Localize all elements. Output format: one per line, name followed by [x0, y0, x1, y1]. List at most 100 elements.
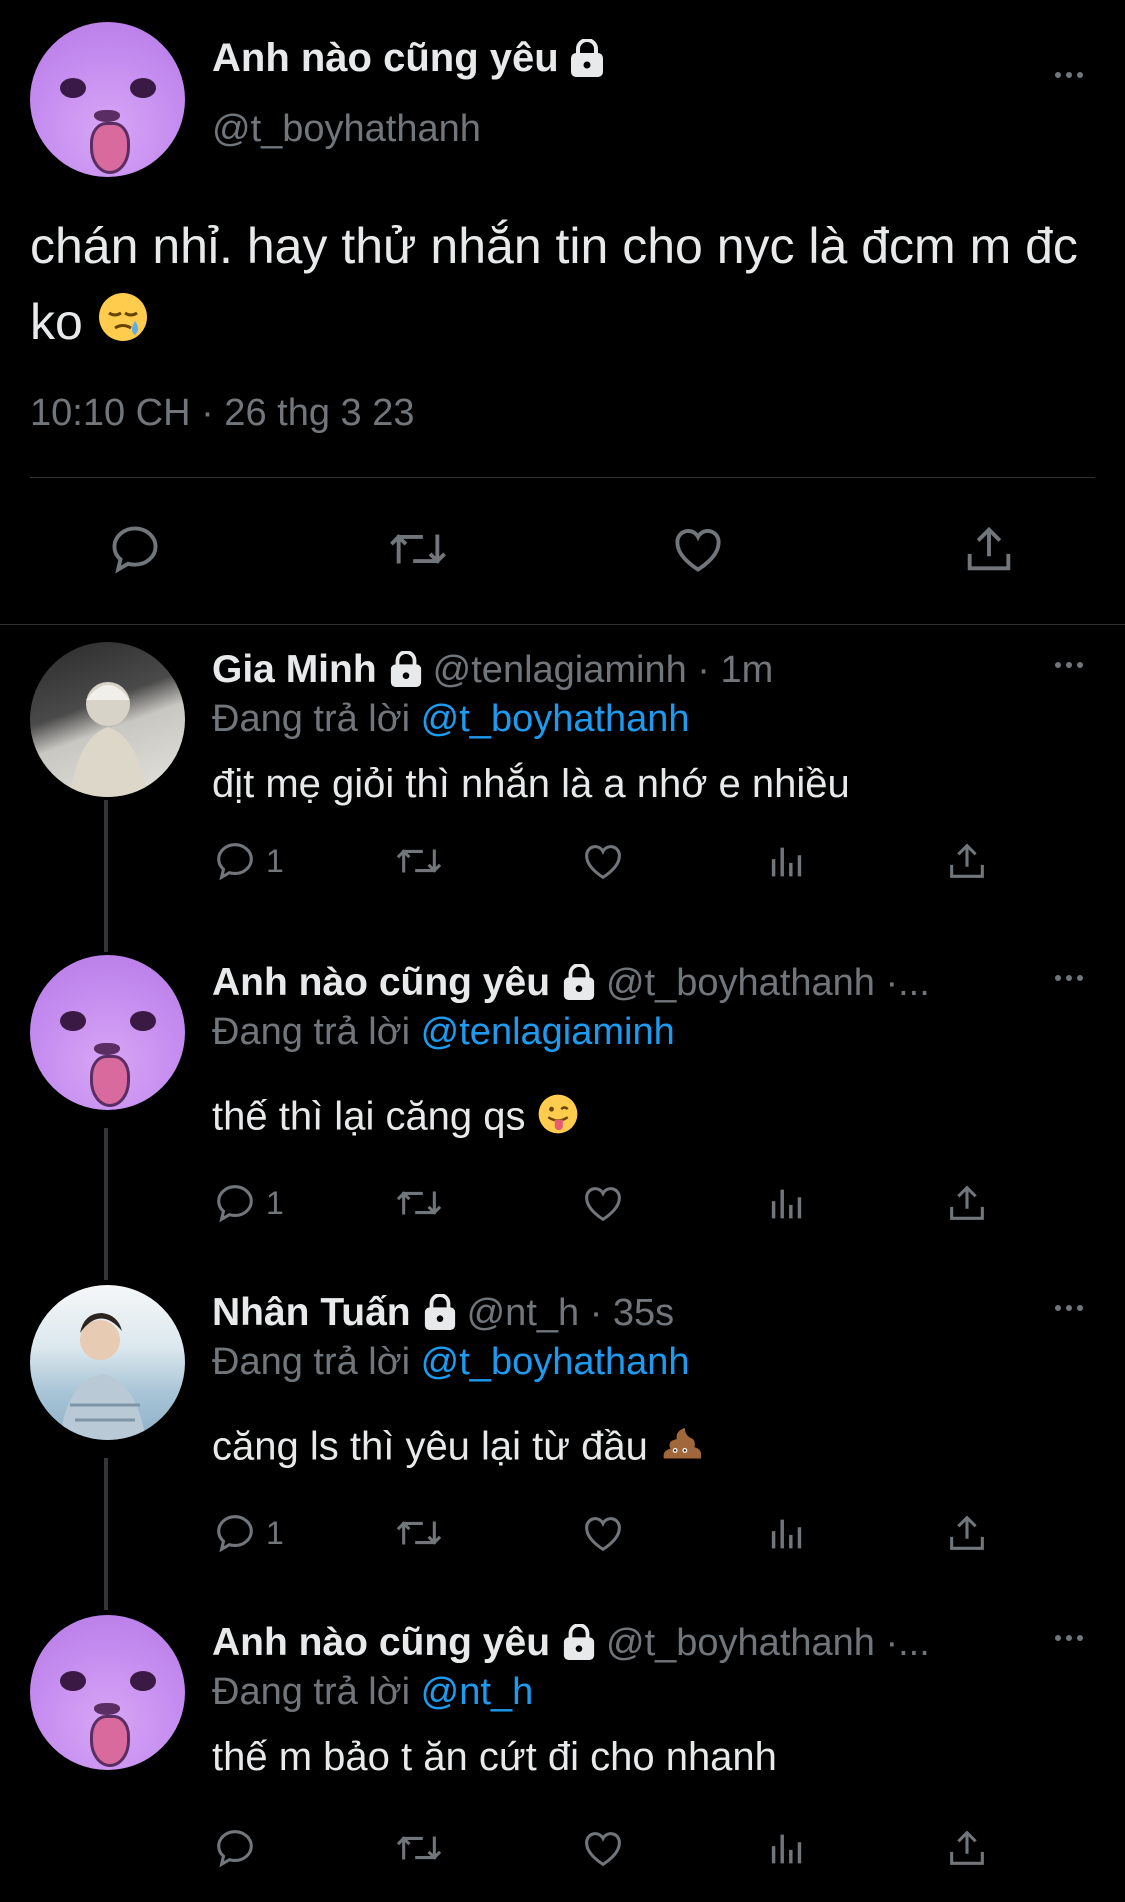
share-button[interactable]: [944, 1180, 990, 1226]
tweet-timestamp[interactable]: 10:10 CH · 26 thg 3 23: [30, 392, 414, 435]
views-button[interactable]: [764, 1510, 810, 1556]
reply-button[interactable]: [106, 520, 164, 578]
reply-avatar[interactable]: [30, 642, 185, 797]
tweet-action-bar: [0, 520, 1125, 580]
retweet-button[interactable]: [386, 520, 450, 578]
replying-to: Đang trả lời @tenlagiaminh: [212, 1011, 675, 1054]
reply-action-bar: 1: [0, 838, 1125, 898]
replying-to: Đang trả lời @nt_h: [212, 1671, 533, 1714]
reply-icon: [106, 520, 164, 578]
retweet-icon: [386, 520, 450, 578]
tongue-face-emoji: [537, 1093, 579, 1145]
reply-author-name[interactable]: Anh nào cũng yêu: [212, 1621, 550, 1665]
author-name-row[interactable]: Anh nào cũng yêu: [212, 36, 605, 81]
more-options-button[interactable]: [1055, 72, 1083, 78]
reply-action-bar: 1: [0, 1510, 1125, 1570]
share-button[interactable]: [960, 520, 1018, 578]
reply-button[interactable]: [212, 1825, 266, 1871]
share-button[interactable]: [944, 1825, 990, 1871]
views-button[interactable]: [764, 838, 810, 884]
reply-author-name[interactable]: Anh nào cũng yêu: [212, 961, 550, 1005]
replying-to: Đang trả lời @t_boyhathanh: [212, 1341, 690, 1384]
tweet-text: chán nhỉ. hay thử nhắn tin cho nyc là đc…: [30, 208, 1090, 364]
reply-text-content: thế thì lại căng qs: [212, 1094, 526, 1139]
retweet-button[interactable]: [394, 1180, 444, 1226]
reply-text: địt mẹ giỏi thì nhắn là a nhớ e nhiều: [212, 762, 850, 806]
reply-action-bar: 1: [0, 1180, 1125, 1240]
share-icon: [944, 1510, 990, 1556]
divider: [30, 477, 1095, 478]
mention-link[interactable]: @t_boyhathanh: [421, 698, 690, 740]
like-button[interactable]: [580, 838, 626, 884]
reply-button[interactable]: 1: [212, 838, 284, 884]
reply-count: 1: [266, 1514, 284, 1551]
reply-button[interactable]: 1: [212, 1510, 284, 1556]
reply-avatar[interactable]: [30, 1615, 185, 1770]
reply-text: thế thì lại căng qs: [212, 1093, 579, 1145]
share-icon: [944, 1825, 990, 1871]
reply-count: 1: [266, 842, 284, 879]
analytics-icon: [764, 838, 810, 884]
more-icon: [1055, 975, 1083, 981]
lock-icon: [389, 651, 423, 689]
reply-icon: [212, 1825, 258, 1871]
more-options-button[interactable]: [1055, 975, 1083, 981]
share-button[interactable]: [944, 1510, 990, 1556]
views-button[interactable]: [764, 1180, 810, 1226]
retweet-button[interactable]: [394, 1510, 444, 1556]
share-icon: [944, 1180, 990, 1226]
heart-icon: [580, 1510, 626, 1556]
like-button[interactable]: [668, 520, 728, 578]
more-options-button[interactable]: [1055, 1635, 1083, 1641]
reply-count: 1: [266, 1184, 284, 1221]
author-avatar[interactable]: [30, 22, 185, 177]
more-options-button[interactable]: [1055, 1305, 1083, 1311]
more-options-button[interactable]: [1055, 662, 1083, 668]
replying-to-label: Đang trả lời: [212, 1341, 421, 1383]
reply-text: thế m bảo t ăn cứt đi cho nhanh: [212, 1735, 777, 1779]
heart-icon: [580, 1825, 626, 1871]
more-icon: [1055, 1635, 1083, 1641]
reply-author-handle[interactable]: @tenlagiaminh · 1m: [433, 649, 774, 692]
lock-icon: [423, 1294, 457, 1332]
share-button[interactable]: [944, 838, 990, 884]
retweet-button[interactable]: [394, 1825, 444, 1871]
replying-to: Đang trả lời @t_boyhathanh: [212, 698, 690, 741]
heart-icon: [668, 520, 728, 578]
like-button[interactable]: [580, 1180, 626, 1226]
retweet-button[interactable]: [394, 838, 444, 884]
reply-avatar[interactable]: [30, 1285, 185, 1440]
heart-icon: [580, 838, 626, 884]
retweet-icon: [394, 1510, 444, 1556]
lock-icon: [562, 1624, 596, 1662]
reply-icon: [212, 1510, 258, 1556]
reply-icon: [212, 838, 258, 884]
sleepy-face-emoji: [97, 288, 149, 364]
analytics-icon: [764, 1180, 810, 1226]
analytics-icon: [764, 1510, 810, 1556]
mention-link[interactable]: @nt_h: [421, 1671, 534, 1713]
author-handle[interactable]: @t_boyhathanh: [212, 108, 481, 151]
reply-author-name[interactable]: Gia Minh: [212, 648, 377, 692]
author-name[interactable]: Anh nào cũng yêu: [212, 36, 559, 81]
replying-to-label: Đang trả lời: [212, 1671, 421, 1713]
mention-link[interactable]: @t_boyhathanh: [421, 1341, 690, 1383]
lock-icon: [569, 38, 605, 79]
like-button[interactable]: [580, 1510, 626, 1556]
reply-author-handle[interactable]: @nt_h · 35s: [467, 1292, 675, 1335]
reply-author-name[interactable]: Nhân Tuấn: [212, 1291, 411, 1335]
reply-author-handle[interactable]: @t_boyhathanh ·...: [606, 962, 930, 1005]
share-icon: [960, 520, 1018, 578]
lock-icon: [562, 964, 596, 1002]
reply-author-handle[interactable]: @t_boyhathanh ·...: [606, 1622, 930, 1665]
reply-avatar[interactable]: [30, 955, 185, 1110]
pile-of-poo-emoji: [659, 1423, 702, 1475]
reply-button[interactable]: 1: [212, 1180, 284, 1226]
tweet-text-content: chán nhỉ. hay thử nhắn tin cho nyc là đc…: [30, 218, 1078, 350]
analytics-icon: [764, 1825, 810, 1871]
share-icon: [944, 838, 990, 884]
like-button[interactable]: [580, 1825, 626, 1871]
retweet-icon: [394, 1180, 444, 1226]
views-button[interactable]: [764, 1825, 810, 1871]
mention-link[interactable]: @tenlagiaminh: [421, 1011, 675, 1053]
